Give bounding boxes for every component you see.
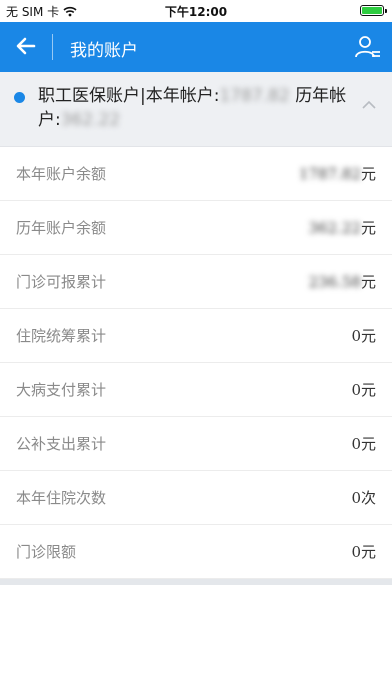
row-label: 本年住院次数 [16,489,107,507]
row-unit: 元 [360,327,376,345]
row-unit: 元 [360,435,376,453]
list-item: 公补支出累计 0元 [0,417,392,471]
row-label: 门诊限额 [16,543,77,561]
current-year-balance: 1787.82 [219,86,290,106]
account-label-main: 职工医保账户|本年帐户: [38,86,220,106]
list-item: 门诊可报累计 236.58元 [0,255,392,309]
row-value-group: 0元 [351,379,376,400]
row-unit: 次 [360,489,376,507]
row-unit: 元 [360,381,376,399]
row-unit: 元 [360,219,376,237]
row-label: 公补支出累计 [16,435,107,453]
row-unit: 元 [360,165,376,183]
list-bottom-divider [0,579,392,585]
row-value-group: 0次 [351,487,376,508]
list-item: 住院统筹累计 0元 [0,309,392,363]
user-list-icon[interactable] [354,33,382,61]
row-value: 0 [351,489,361,507]
row-unit: 元 [360,273,376,291]
row-value-group: 0元 [351,325,376,346]
page-title: 我的账户 [70,41,138,61]
row-value: 1787.82 [298,165,361,183]
list-item: 本年住院次数 0次 [0,471,392,525]
list-item: 历年账户余额 362.22元 [0,201,392,255]
account-detail-list: 本年账户余额 1787.82元 历年账户余额 362.22元 门诊可报累计 23… [0,147,392,579]
row-unit: 元 [360,543,376,561]
nav-divider [52,34,53,60]
list-item: 本年账户余额 1787.82元 [0,147,392,201]
row-label: 大病支付累计 [16,381,107,399]
history-balance: 362.22 [60,110,121,130]
row-value: 0 [351,435,361,453]
account-summary: 职工医保账户|本年帐户:1787.82 历年帐户:362.22 [38,84,348,132]
row-value-group: 0元 [351,433,376,454]
row-value: 0 [351,381,361,399]
row-label: 历年账户余额 [16,219,107,237]
row-value: 0 [351,327,361,345]
list-item: 大病支付累计 0元 [0,363,392,417]
row-value-group: 0元 [351,541,376,562]
chevron-up-icon[interactable] [362,100,376,110]
row-label: 门诊可报累计 [16,273,107,291]
row-value: 0 [351,543,361,561]
nav-bar: 我的账户 [0,22,392,72]
status-time: 下午12:00 [164,5,228,19]
row-label: 住院统筹累计 [16,327,107,345]
status-bar: 无 SIM 卡 下午12:00 [0,0,392,22]
arrow-left-icon[interactable] [14,34,38,58]
row-value-group: 1787.82元 [299,163,376,184]
row-value-group: 236.58元 [308,271,376,292]
row-value: 236.58 [308,273,361,291]
row-label: 本年账户余额 [16,165,107,183]
bullet-dot-icon [14,92,25,103]
account-header[interactable]: 职工医保账户|本年帐户:1787.82 历年帐户:362.22 [0,72,392,147]
row-value: 362.22 [308,219,361,237]
row-value-group: 362.22元 [308,217,376,238]
list-item: 门诊限额 0元 [0,525,392,579]
battery-icon [360,5,387,16]
